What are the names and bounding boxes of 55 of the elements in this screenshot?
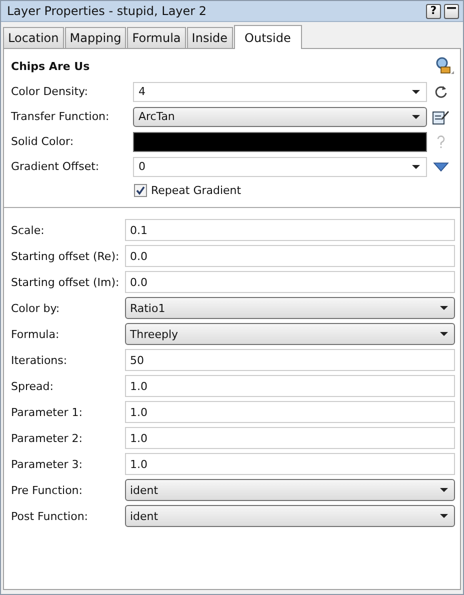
refresh-icon[interactable] [434, 84, 448, 98]
field-label: Starting offset (Im): [11, 276, 120, 288]
tab[interactable]: Mapping [64, 27, 126, 48]
checkbox-label: Repeat Gradient [151, 184, 242, 196]
dropdown[interactable]: Ratio1 [124, 297, 455, 319]
help-button[interactable]: ? [426, 4, 441, 18]
caret-icon[interactable] [440, 306, 448, 310]
dropdown[interactable]: Threeply [124, 323, 455, 345]
tab[interactable]: Outside [234, 25, 302, 49]
minimize-button[interactable] [444, 4, 459, 18]
caret-icon[interactable] [440, 488, 448, 492]
field-label: Formula: [11, 328, 60, 340]
input-field[interactable]: 1.0 [124, 401, 455, 423]
caret-icon[interactable] [412, 114, 420, 118]
field-label: Gradient Offset: [11, 160, 100, 173]
caret-icon[interactable] [440, 332, 448, 336]
triangle-icon[interactable] [433, 162, 450, 172]
field-label: Parameter 1: [11, 406, 84, 418]
caret-icon[interactable] [412, 164, 420, 168]
input-field[interactable]: 0.0 [124, 245, 455, 267]
field-label: Parameter 3: [11, 458, 84, 470]
dropdown[interactable]: ArcTan [133, 106, 428, 126]
field-label: Color by: [11, 302, 61, 314]
field-label: Scale: [11, 224, 46, 236]
input-field[interactable]: 0.1 [124, 219, 455, 241]
combo-box[interactable]: 4 [133, 82, 428, 102]
input-field[interactable]: 50 [124, 349, 455, 371]
edit-icon[interactable] [432, 108, 450, 124]
dropdown[interactable]: ident [124, 479, 455, 501]
window-title: Layer Properties - stupid, Layer 2 [7, 4, 208, 18]
help-icon [436, 134, 446, 148]
field-label: Post Function: [11, 510, 90, 522]
tab[interactable]: Inside [186, 27, 233, 48]
caret-icon[interactable] [412, 90, 420, 94]
field-label: Iterations: [11, 354, 68, 366]
field-label: Spread: [11, 380, 54, 392]
field-label: Solid Color: [11, 135, 75, 148]
field-label: Parameter 2: [11, 432, 84, 444]
input-field[interactable]: 1.0 [124, 453, 455, 475]
tab[interactable]: Formula [127, 27, 186, 48]
magnifier-icon[interactable] [435, 57, 455, 75]
input-field[interactable]: 1.0 [124, 427, 455, 449]
field-label: Starting offset (Re): [11, 250, 120, 262]
section-title: Chips Are Us [11, 60, 90, 72]
checkbox[interactable] [134, 184, 147, 196]
tab[interactable]: Location [3, 27, 64, 48]
field-label: Color Density: [11, 85, 89, 98]
input-field[interactable]: 1.0 [124, 375, 455, 397]
field-label: Pre Function: [11, 484, 84, 496]
dropdown[interactable]: ident [124, 505, 455, 527]
combo-box[interactable]: 0 [133, 156, 428, 176]
caret-icon[interactable] [440, 514, 448, 518]
color-swatch[interactable] [133, 132, 428, 152]
field-label: Transfer Function: [11, 110, 110, 123]
input-field[interactable]: 0.0 [124, 271, 455, 293]
